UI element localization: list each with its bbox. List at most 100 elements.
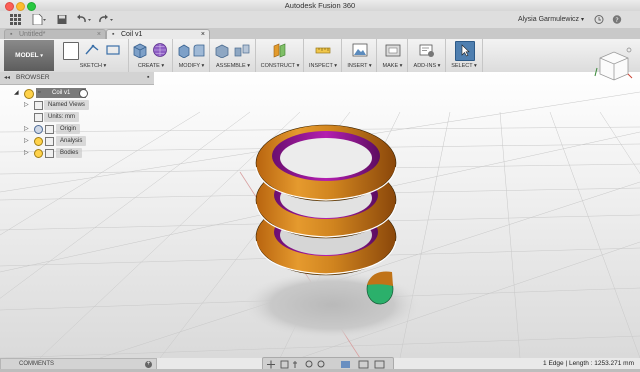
- insert-group[interactable]: INSERT ▾: [341, 39, 377, 72]
- modify-group[interactable]: MODIFY ▾: [172, 39, 210, 72]
- folder-icon: [34, 101, 43, 110]
- tree-item-label: Bodies: [56, 148, 83, 158]
- select-group[interactable]: SELECT ▾: [445, 39, 483, 72]
- modify-label: MODIFY ▾: [178, 63, 205, 69]
- tab-label: Untitled*: [19, 31, 46, 38]
- sketch-group[interactable]: SKETCH ▾: [58, 39, 128, 72]
- window-title: Autodesk Fusion 360: [284, 1, 356, 10]
- display-settings-icon[interactable]: [341, 361, 350, 368]
- viewports-icon[interactable]: [374, 360, 385, 369]
- form-icon[interactable]: [152, 42, 168, 58]
- fillet-icon[interactable]: [192, 42, 206, 58]
- chevron-down-icon: ▾: [40, 53, 43, 59]
- job-status-icon[interactable]: [594, 14, 604, 25]
- tree-item-analysis[interactable]: ▷ Analysis: [22, 136, 142, 146]
- help-icon[interactable]: ?: [612, 14, 622, 25]
- browser-pin-icon[interactable]: ▪: [147, 72, 149, 84]
- tree-item-named-views[interactable]: ▷ Named Views: [22, 100, 142, 110]
- assemble-label: ASSEMBLE ▾: [216, 63, 250, 69]
- data-panel-grid-icon[interactable]: [10, 14, 21, 25]
- visibility-bulb-icon[interactable]: [34, 149, 43, 158]
- file-menu-icon[interactable]: [32, 14, 46, 25]
- create-sketch-icon[interactable]: [63, 42, 79, 60]
- scripts-icon[interactable]: [419, 42, 435, 58]
- insert-image-icon[interactable]: [352, 42, 368, 58]
- user-name: Alysia Garmulewicz: [517, 16, 580, 23]
- new-component-icon[interactable]: [215, 42, 229, 58]
- main-toolbar: MODEL ▾ SKETCH ▾ CREATE ▾ MODIFY ▾ ASSEM…: [0, 39, 640, 73]
- visibility-bulb-icon[interactable]: [34, 137, 43, 146]
- tree-item-origin[interactable]: ▷ Origin: [22, 124, 142, 134]
- select-label: SELECT ▾: [451, 63, 477, 69]
- construct-group[interactable]: CONSTRUCT ▾: [255, 39, 304, 72]
- fit-icon[interactable]: [317, 360, 325, 368]
- look-at-icon[interactable]: [280, 360, 289, 369]
- save-icon[interactable]: [57, 14, 67, 25]
- quick-access-toolbar: Alysia Garmulewicz ▾ ?: [0, 11, 640, 29]
- visibility-bulb-icon[interactable]: [24, 89, 34, 99]
- extrude-icon[interactable]: [132, 42, 148, 58]
- inspect-group[interactable]: INSPECT ▾: [303, 39, 342, 72]
- component-icon: ▫: [38, 89, 41, 96]
- 3d-print-icon[interactable]: [385, 42, 401, 58]
- tree-item-label: Analysis: [56, 136, 87, 146]
- make-label: MAKE ▾: [382, 63, 403, 69]
- make-group[interactable]: MAKE ▾: [376, 39, 408, 72]
- viewport-canvas[interactable]: ◂◂ BROWSER ▪ ◢ ▫ Coil v1 ▷ Named Views U…: [0, 47, 640, 359]
- workspace-label: MODEL: [15, 52, 39, 59]
- selection-status: 1 Edge | Length : 1253.271 mm: [543, 360, 634, 367]
- grid-settings-icon[interactable]: [358, 360, 369, 369]
- redo-icon[interactable]: [98, 14, 114, 25]
- insert-label: INSERT ▾: [347, 63, 372, 69]
- chevron-right-icon[interactable]: ▷: [24, 136, 29, 146]
- joint-icon[interactable]: [234, 42, 250, 58]
- rectangle-tool-icon[interactable]: [106, 42, 120, 58]
- pan-icon[interactable]: [293, 361, 297, 368]
- view-cube[interactable]: [594, 46, 634, 86]
- line-tool-icon[interactable]: [85, 42, 99, 58]
- orbit-icon[interactable]: [267, 360, 275, 369]
- tree-item-label: Origin: [56, 124, 81, 134]
- chevron-right-icon[interactable]: ▷: [24, 148, 29, 158]
- sketch-label: SKETCH ▾: [79, 63, 107, 69]
- tree-root[interactable]: ◢ ▫ Coil v1: [12, 88, 152, 99]
- construct-label: CONSTRUCT ▾: [260, 63, 300, 69]
- tree-item-units[interactable]: Units: mm: [22, 112, 142, 122]
- select-arrow-icon[interactable]: [459, 42, 471, 58]
- measure-icon[interactable]: [315, 42, 331, 58]
- visibility-bulb-icon[interactable]: [34, 125, 43, 134]
- tab-label: Coil v1: [121, 31, 143, 38]
- chevron-right-icon[interactable]: ▷: [24, 124, 29, 134]
- folder-icon: [45, 125, 54, 134]
- user-account-menu[interactable]: Alysia Garmulewicz ▾: [518, 14, 584, 26]
- workspace-switcher[interactable]: MODEL ▾: [4, 40, 54, 71]
- home-view-icon[interactable]: [626, 47, 632, 53]
- offset-plane-icon[interactable]: [272, 42, 288, 58]
- tree-item-label: Named Views: [44, 100, 89, 110]
- tree-item-bodies[interactable]: ▷ Bodies: [22, 148, 142, 158]
- add-comment-icon[interactable]: +: [145, 361, 152, 368]
- zoom-icon[interactable]: [305, 360, 313, 368]
- chevron-down-icon[interactable]: ◢: [14, 88, 19, 98]
- assemble-group[interactable]: ASSEMBLE ▾: [209, 39, 256, 72]
- collapse-panel-icon[interactable]: ◂◂: [4, 72, 10, 84]
- tree-item-label: Units: mm: [44, 112, 79, 122]
- browser-header[interactable]: ◂◂ BROWSER ▪: [0, 72, 154, 85]
- activate-radio-icon[interactable]: [79, 89, 88, 98]
- root-label: Coil v1: [52, 90, 71, 96]
- coil-shadow: [244, 271, 420, 339]
- chevron-down-icon: ▾: [580, 17, 584, 23]
- chevron-right-icon[interactable]: ▷: [24, 100, 29, 110]
- create-label: CREATE ▾: [137, 63, 165, 69]
- undo-icon[interactable]: [76, 14, 92, 25]
- press-pull-icon[interactable]: [177, 42, 191, 58]
- folder-icon: [45, 137, 54, 146]
- document-settings-icon: [34, 113, 43, 122]
- browser-title: BROWSER: [16, 74, 50, 81]
- create-group[interactable]: CREATE ▾: [128, 39, 173, 72]
- svg-text:?: ?: [615, 16, 618, 24]
- add-ins-group[interactable]: ADD-INS ▾: [407, 39, 446, 72]
- inspect-label: INSPECT ▾: [308, 63, 338, 69]
- add-ins-label: ADD-INS ▾: [413, 63, 441, 69]
- folder-icon: [45, 149, 54, 158]
